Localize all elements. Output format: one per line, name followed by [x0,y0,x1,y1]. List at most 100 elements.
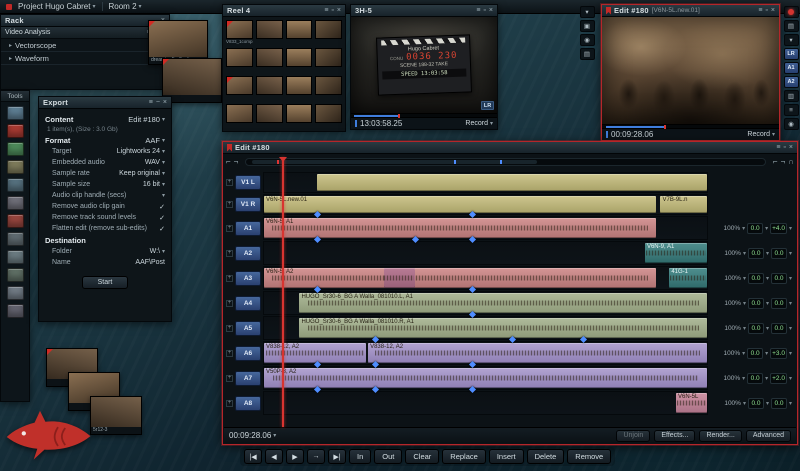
export-option-embedded-audio[interactable]: Embedded audioWAV▾ [45,157,165,168]
track-lane[interactable] [263,172,708,193]
clip-thumbnail[interactable] [315,20,342,45]
timeline-timecode[interactable]: 00:09:28.06▾ [229,431,276,440]
clip-segment[interactable]: HUGO_Sr30-6_BG A Walla_081010.R, A1 [299,318,707,338]
timeline-overview-bar[interactable] [245,158,766,166]
audio-tool-icon[interactable] [7,268,24,282]
track-level-percent[interactable]: 100% [724,300,741,307]
clip-segment[interactable]: V6N-5L [676,393,707,413]
edit-viewer-header[interactable]: Edit #180 [V6N-5L.new.01] ≡ ▫ × [602,5,779,17]
track-gain-value[interactable]: 0.0 [771,298,787,309]
track-header-v1l[interactable]: V1 L [235,175,261,190]
clip-segment[interactable]: V838-12, A2 [264,343,366,363]
export-option-sample-rate[interactable]: Sample rateKeep original▾ [45,168,165,179]
folder-value[interactable]: W:\ [150,248,160,255]
clip-thumbnail[interactable] [226,104,253,129]
track-level-value[interactable]: 0.0 [747,348,763,359]
track-expand-button[interactable]: + [226,400,233,407]
clip-thumbnail[interactable] [226,48,253,73]
track-expand-button[interactable]: + [226,350,233,357]
settings-icon[interactable]: ≡ [149,99,153,106]
clip-segment[interactable]: V6N-5L.new.01 [264,196,656,213]
track-header-a3[interactable]: A3 [235,271,261,286]
track-lane[interactable]: V6N-5, A1 [263,216,708,240]
go-to-start-icon[interactable]: |◀ [244,449,262,464]
desktop-thumbnail[interactable]: 5r12-3 [90,396,142,435]
track-level-percent[interactable]: 100% [724,250,741,257]
chevron-down-icon[interactable]: ▾ [784,34,799,46]
project-menu[interactable]: Project Hugo Cabret▾ [18,2,96,11]
reel-header[interactable]: Reel 4 ≡ ▫ × [223,5,345,17]
track-level-value[interactable]: 0.0 [748,248,764,259]
source-viewer-header[interactable]: 3H-5 ≡ ▫ × [351,5,497,17]
clip-segment[interactable]: 41G-1 [669,268,707,288]
mark-out-icon[interactable]: ¬ [234,154,239,169]
mark-in-icon[interactable]: ⌐ [226,154,231,169]
track-header-a4[interactable]: A4 [235,296,261,311]
titles-tool-icon[interactable] [7,232,24,246]
export-option-sample-size[interactable]: Sample size16 bit▾ [45,179,165,190]
track-header-a7[interactable]: A7 [235,371,261,386]
clip-segment[interactable]: V838-12, A2 [368,343,707,363]
insert-button[interactable]: Insert [489,449,524,464]
track-expand-button[interactable]: + [226,201,233,208]
clip-thumbnail[interactable] [315,48,342,73]
clip-segment[interactable]: HUGO_Sr30-6_BG A Walla_081010.L, A1 [299,293,707,313]
clip-segment[interactable]: V6N-5, A2 [264,268,656,288]
keyboard-tool-icon[interactable] [7,286,24,300]
settings-icon[interactable]: ≡ [476,7,480,14]
export-header[interactable]: Export ≡ − × [39,97,171,109]
track-level-percent[interactable]: 100% [723,225,740,232]
track-gain-value[interactable]: +3.0 [770,348,787,359]
replace-button[interactable]: Replace [442,449,486,464]
clip-thumbnail[interactable] [315,76,342,101]
step-back-icon[interactable]: ◀ [265,449,283,464]
out-button[interactable]: Out [374,449,402,464]
close-icon[interactable]: × [789,144,793,151]
settings-icon[interactable]: ≡ [776,144,780,151]
format-value[interactable]: AAF [145,136,160,145]
import-tool-icon[interactable] [7,106,24,120]
track-header-a6[interactable]: A6 [235,346,261,361]
track-level-value[interactable]: 0.0 [747,223,763,234]
rack-item-vectorscope[interactable]: ▸ Vectorscope [1,39,169,52]
record-indicator[interactable] [784,6,799,18]
track-gain-value[interactable]: +4.0 [770,223,787,234]
edit-record-menu[interactable]: Record▾ [747,131,775,138]
clip-thumbnail[interactable] [286,48,313,73]
output-lr-badge[interactable]: LR [784,48,799,60]
undock-icon[interactable]: ▫ [331,7,333,14]
go-to-end-icon[interactable]: ▶| [328,449,346,464]
source-record-menu[interactable]: Record▾ [465,120,493,127]
rack-item-waveform[interactable]: ▸ Waveform [1,52,169,65]
clip-thumbnail[interactable] [286,104,313,129]
settings-icon[interactable]: ≡ [758,7,762,14]
export-option-remove-track-sound-levels[interactable]: Remove track sound levels✓ [45,212,165,223]
close-icon[interactable]: × [489,7,493,14]
track-header-v1r[interactable]: V1 R [235,197,261,212]
export-option-audio-clip-handle-secs[interactable]: Audio clip handle (secs)▾ [45,190,165,201]
clip-thumbnail[interactable] [256,48,283,73]
sync-tool-icon[interactable] [7,214,24,228]
track-level-percent[interactable]: 100% [724,325,741,332]
record-tool-icon[interactable] [7,124,24,138]
track-level-value[interactable]: 0.0 [748,298,764,309]
track-gain-value[interactable]: 0.0 [771,398,787,409]
room-menu[interactable]: Room 2▾ [109,2,142,11]
output-a1-badge[interactable]: A1 [784,62,799,74]
advanced-button[interactable]: Advanced [746,430,791,442]
export-folder-row[interactable]: Folder W:\ ▾ [45,246,165,257]
track-expand-button[interactable]: + [226,179,233,186]
playhead[interactable] [282,157,284,427]
export-option-flatten-edit-remove-sub-edits[interactable]: Flatten edit (remove sub-edits)✓ [45,223,165,234]
viewer-tool-icon[interactable] [7,178,24,192]
remove-button[interactable]: Remove [567,449,611,464]
track-level-value[interactable]: 0.0 [748,398,764,409]
export-content-row[interactable]: Content Edit #180 ▾ [45,113,165,125]
source-video-frame[interactable]: Hugo Cabret CONU 0036 230 SCENE 188-32 T… [351,17,497,113]
track-level-percent[interactable]: 100% [724,275,741,282]
meters-icon[interactable]: ▥ [784,90,799,102]
output-a2-badge[interactable]: A2 [784,76,799,88]
menu-icon[interactable]: ≡ [784,104,799,116]
track-expand-button[interactable]: + [226,300,233,307]
headphones-icon[interactable]: ∩ [788,154,794,169]
